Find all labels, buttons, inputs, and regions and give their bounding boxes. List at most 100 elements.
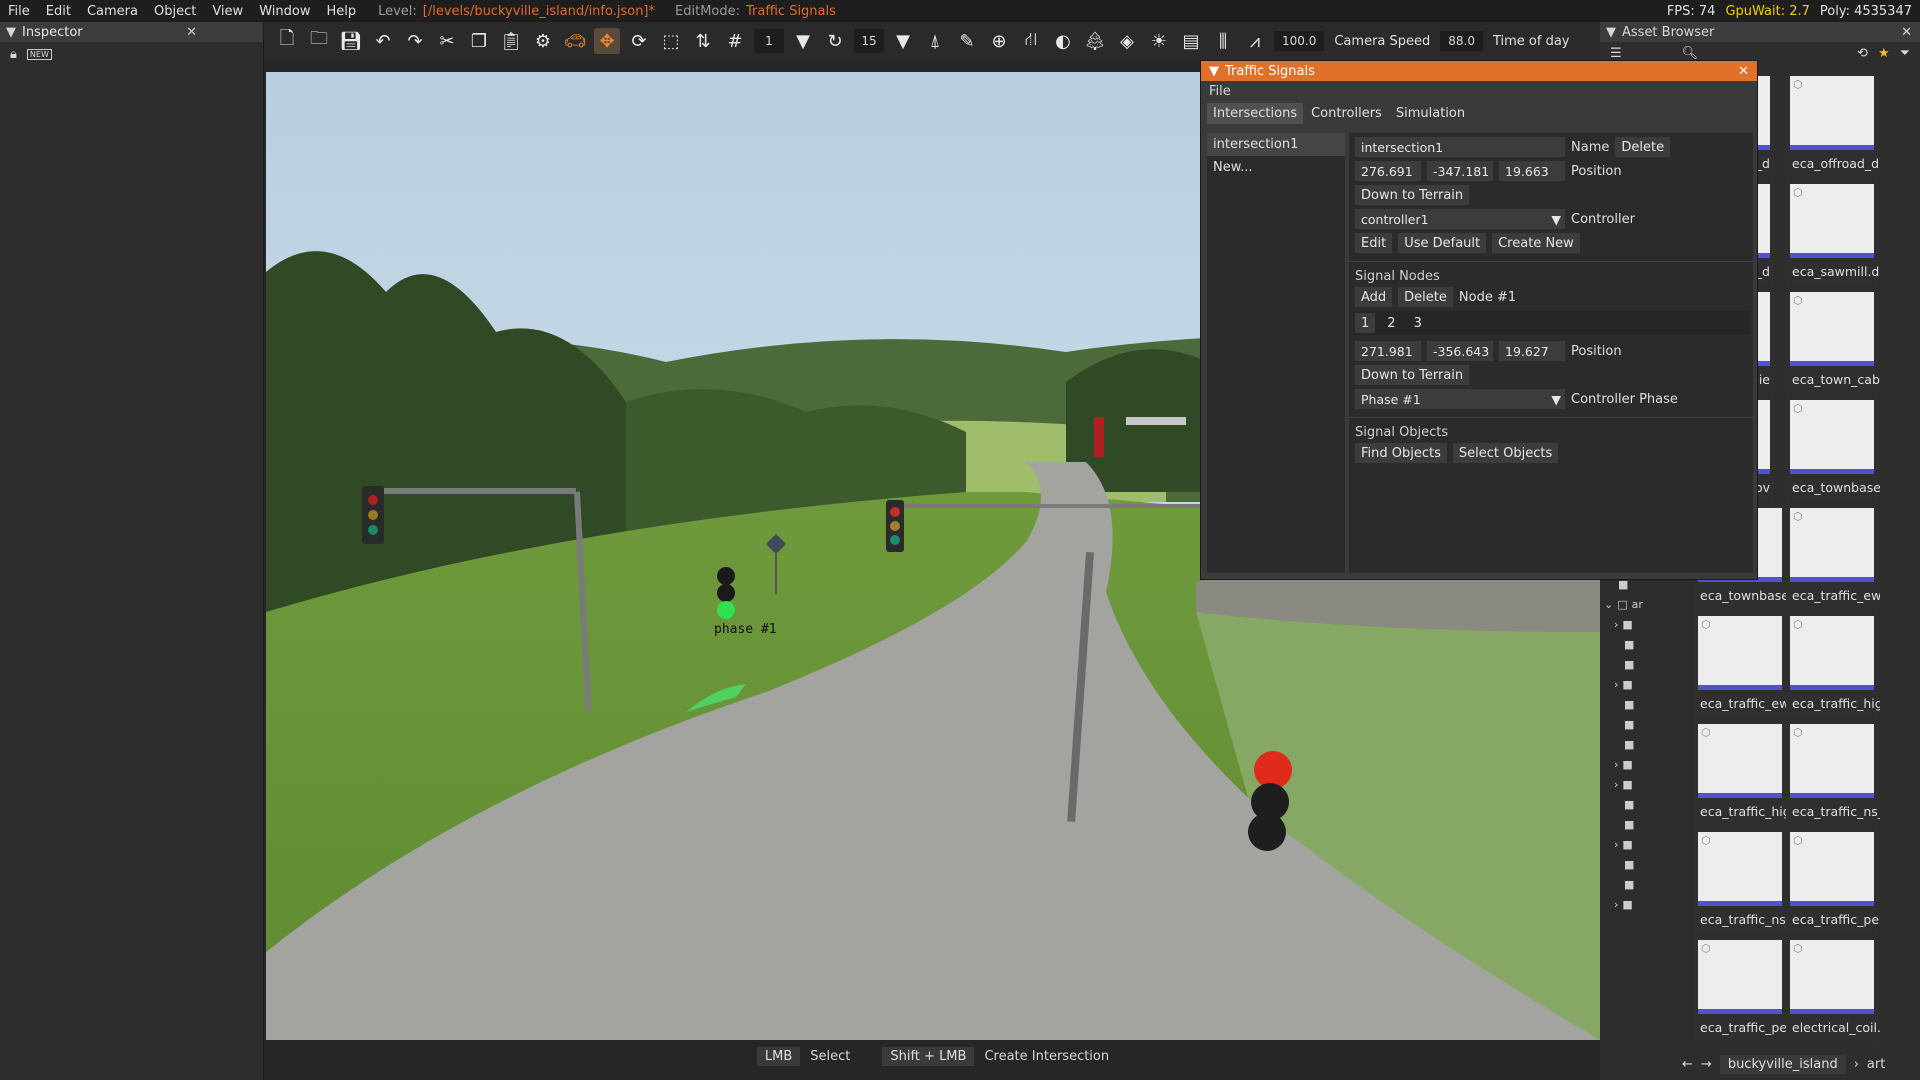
controller-phase-dropdown[interactable]: Phase #1 ▼ [1355, 389, 1565, 409]
new-intersection-item[interactable]: New... [1207, 156, 1345, 179]
tree-node[interactable]: ⌄ □ ar [1604, 594, 1684, 614]
sun-icon[interactable]: ☀ [1146, 28, 1172, 54]
tree-node[interactable]: ■ [1604, 694, 1684, 714]
chevron-right-icon[interactable]: › [1614, 778, 1618, 791]
asset-card[interactable]: ⬡ eca_traffic_hig [1694, 720, 1788, 826]
scale-tool-icon[interactable]: ⬚ [658, 28, 684, 54]
chevron-right-icon[interactable]: › [1614, 898, 1618, 911]
node-position-x-field[interactable]: 271.981 [1355, 341, 1421, 361]
delete-node-button[interactable]: Delete [1398, 287, 1453, 307]
tree-node[interactable]: › ■ [1604, 894, 1684, 914]
node-position-z-field[interactable]: 19.627 [1499, 341, 1565, 361]
controller-dropdown[interactable]: controller1 ▼ [1355, 209, 1565, 229]
tree-node[interactable]: › ■ [1604, 614, 1684, 634]
chevron-right-icon[interactable]: › [1614, 838, 1618, 851]
menu-edit[interactable]: Edit [38, 4, 79, 19]
asset-card[interactable]: ⬡ eca_traffic_hig [1786, 612, 1880, 718]
position-y-field[interactable]: -347.181 [1427, 161, 1493, 181]
lock-icon[interactable]: 🔒︎ [10, 47, 17, 62]
tree-node[interactable]: ■ [1604, 854, 1684, 874]
tree-node[interactable]: › ■ [1604, 834, 1684, 854]
tree-node[interactable]: ■ [1604, 874, 1684, 894]
create-new-button[interactable]: Create New [1492, 233, 1580, 253]
list-view-icon[interactable]: ☰ [1610, 46, 1622, 61]
decal-icon[interactable]: ▤ [1178, 28, 1204, 54]
filter-icon[interactable]: ⏷ [1900, 46, 1910, 61]
menu-window[interactable]: Window [251, 4, 318, 19]
add-circle-icon[interactable]: ⊕ [986, 28, 1012, 54]
grid-icon[interactable]: # [722, 28, 748, 54]
move-tool-icon[interactable]: ✥ [594, 28, 620, 54]
tree-node[interactable]: ■ [1604, 654, 1684, 674]
road-icon[interactable]: ⛙ [1018, 28, 1044, 54]
node-down-to-terrain-button[interactable]: Down to Terrain [1355, 365, 1470, 385]
node-tab-3[interactable]: 3 [1408, 313, 1428, 333]
paste-icon[interactable]: 📋︎ [498, 28, 524, 54]
inspector-tab[interactable]: ▼ Inspector ✕ [0, 22, 263, 42]
tree-node[interactable]: ■ [1604, 634, 1684, 654]
chevron-right-icon[interactable]: › [1614, 678, 1618, 691]
menu-help[interactable]: Help [318, 4, 364, 19]
forest-icon[interactable]: 🌲︎ [1082, 28, 1108, 54]
name-field[interactable]: intersection1 [1355, 137, 1565, 157]
menu-file[interactable]: File [0, 4, 38, 19]
menu-view[interactable]: View [204, 4, 251, 19]
forward-arrow-icon[interactable]: → [1701, 1057, 1712, 1072]
tree-node[interactable]: ■ [1604, 794, 1684, 814]
tab-controllers[interactable]: Controllers [1305, 103, 1388, 124]
refresh-icon[interactable]: ⟲ [1857, 46, 1868, 61]
asset-card[interactable]: ⬡ eca_sawmill.d [1786, 180, 1879, 286]
dropdown-icon[interactable]: ▼ [890, 28, 916, 54]
list-item[interactable]: intersection1 [1207, 133, 1345, 156]
asset-card[interactable]: ⬡ eca_traffic_ew [1694, 612, 1788, 718]
node-tab-2[interactable]: 2 [1381, 313, 1401, 333]
camera-speed-field[interactable]: 100.0 [1274, 31, 1325, 51]
use-default-button[interactable]: Use Default [1398, 233, 1487, 253]
pen-icon[interactable]: ✎ [954, 28, 980, 54]
add-node-button[interactable]: Add [1355, 287, 1393, 307]
tree-node[interactable]: ■ [1604, 814, 1684, 834]
new-file-icon[interactable]: 🗋 [274, 28, 300, 54]
new-icon[interactable]: NEW [26, 48, 52, 60]
tab-intersections[interactable]: Intersections [1207, 102, 1304, 124]
breadcrumb-art[interactable]: art [1867, 1057, 1885, 1072]
node-position-y-field[interactable]: -356.643 [1427, 341, 1493, 361]
asset-card[interactable]: ⬡ electrical_coil. [1786, 936, 1880, 1042]
collapse-icon[interactable]: ▼ [1606, 25, 1616, 40]
asset-card[interactable]: ⬡ eca_town_cab [1786, 288, 1880, 394]
asset-card[interactable]: ⬡ eca_traffic_ns_ [1786, 720, 1880, 826]
river-icon[interactable]: ⩘ [1242, 28, 1268, 54]
rotation-snap-field[interactable]: 15 [854, 29, 884, 53]
time-of-day-field[interactable]: 88.0 [1440, 31, 1483, 51]
close-icon[interactable]: ✕ [1738, 64, 1749, 79]
rotation-snap-icon[interactable]: ↻ [822, 28, 848, 54]
terrain-snap-icon[interactable]: ⍋ [922, 28, 948, 54]
tree-node[interactable]: › ■ [1604, 774, 1684, 794]
dropdown-icon[interactable]: ▼ [790, 28, 816, 54]
tree-node[interactable]: › ■ [1604, 674, 1684, 694]
chevron-right-icon[interactable]: › [1614, 618, 1618, 631]
position-x-field[interactable]: 276.691 [1355, 161, 1421, 181]
find-objects-button[interactable]: Find Objects [1355, 443, 1447, 463]
down-to-terrain-button[interactable]: Down to Terrain [1355, 185, 1470, 205]
vehicle-icon[interactable]: 🚗︎ [562, 28, 588, 54]
asset-card[interactable]: ⬡ eca_traffic_ns_ [1694, 828, 1788, 934]
back-arrow-icon[interactable]: ← [1682, 1057, 1693, 1072]
window-titlebar[interactable]: ▼ Traffic Signals ✕ [1201, 61, 1757, 81]
breadcrumb-level[interactable]: buckyville_island [1719, 1054, 1846, 1074]
tab-simulation[interactable]: Simulation [1390, 103, 1471, 124]
asset-card[interactable]: ⬡ eca_traffic_ew [1786, 504, 1880, 610]
layers-icon[interactable]: ◈ [1114, 28, 1140, 54]
node-tab-1[interactable]: 1 [1355, 313, 1376, 333]
delete-button[interactable]: Delete [1615, 137, 1671, 157]
collapse-icon[interactable]: ▼ [6, 25, 16, 40]
undo-icon[interactable]: ↶ [370, 28, 396, 54]
align-icon[interactable]: ⇅ [690, 28, 716, 54]
rotate-tool-icon[interactable]: ⟳ [626, 28, 652, 54]
asset-card[interactable]: ⬡ eca_traffic_pe [1786, 828, 1879, 934]
close-icon[interactable]: ✕ [1901, 25, 1912, 40]
position-z-field[interactable]: 19.663 [1499, 161, 1565, 181]
edit-button[interactable]: Edit [1355, 233, 1393, 253]
select-objects-button[interactable]: Select Objects [1452, 443, 1559, 463]
asset-browser-tab[interactable]: ▼ Asset Browser ✕ [1600, 22, 1920, 42]
